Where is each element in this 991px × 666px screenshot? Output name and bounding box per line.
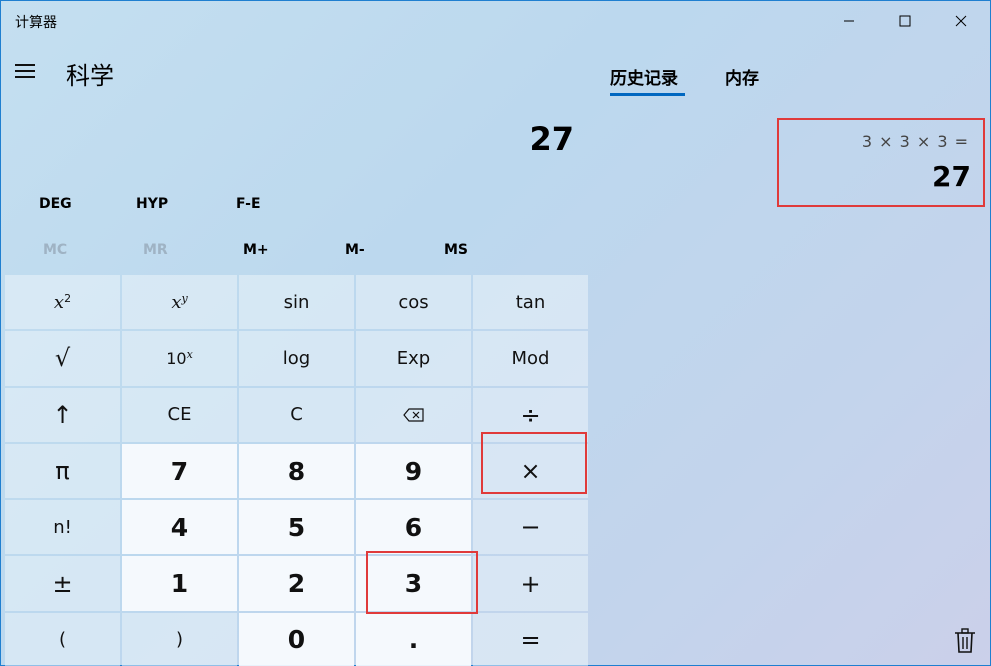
active-tab-indicator xyxy=(610,93,685,96)
left-paren-button[interactable]: ( xyxy=(5,612,120,666)
trash-icon xyxy=(955,628,975,653)
negate-button[interactable]: ± xyxy=(5,556,120,611)
shift-button[interactable]: ↑ xyxy=(5,387,120,442)
ms-button[interactable]: MS xyxy=(444,242,468,262)
fe-button[interactable]: F-E xyxy=(236,196,261,218)
mod-button[interactable]: Mod xyxy=(473,331,588,386)
tab-history[interactable]: 历史记录 xyxy=(610,64,678,89)
mminus-button[interactable]: M- xyxy=(345,242,365,262)
clear-button[interactable]: C xyxy=(239,387,354,442)
ce-button[interactable]: CE xyxy=(122,387,237,442)
mplus-button[interactable]: M+ xyxy=(243,242,269,262)
minimize-icon xyxy=(844,20,854,22)
decimal-button[interactable]: . xyxy=(356,612,471,666)
right-paren-button[interactable]: ) xyxy=(122,612,237,666)
history-result: 27 xyxy=(932,160,971,193)
factorial-button[interactable]: n! xyxy=(5,500,120,555)
digit-1-button[interactable]: 1 xyxy=(122,556,237,611)
digit-7-button[interactable]: 7 xyxy=(122,443,237,499)
digit-8-button[interactable]: 8 xyxy=(239,443,354,499)
minus-button[interactable]: − xyxy=(473,500,588,555)
app-title: 计算器 xyxy=(15,15,57,31)
backspace-icon xyxy=(402,408,424,422)
multiply-button[interactable]: × xyxy=(473,443,588,499)
mc-button[interactable]: MC xyxy=(43,242,67,262)
mr-button[interactable]: MR xyxy=(143,242,168,262)
digit-9-button[interactable]: 9 xyxy=(356,443,471,499)
digit-4-button[interactable]: 4 xyxy=(122,500,237,555)
result-display: 27 xyxy=(529,120,574,158)
mode-title: 科学 xyxy=(66,62,114,90)
exp-button[interactable]: Exp xyxy=(356,331,471,386)
digit-6-button[interactable]: 6 xyxy=(356,500,471,555)
minimize-button[interactable] xyxy=(821,0,877,42)
digit-2-button[interactable]: 2 xyxy=(239,556,354,611)
pi-button[interactable]: π xyxy=(5,443,120,499)
digit-5-button[interactable]: 5 xyxy=(239,500,354,555)
sqrt-button[interactable]: √ xyxy=(5,331,120,386)
delete-history-button[interactable] xyxy=(953,628,977,654)
power-label: x xyxy=(171,291,182,313)
log-button[interactable]: log xyxy=(239,331,354,386)
divide-button[interactable]: ÷ xyxy=(473,387,588,442)
sin-button[interactable]: sin xyxy=(239,275,354,330)
square-label: x xyxy=(53,291,65,313)
digit-0-button[interactable]: 0 xyxy=(239,612,354,666)
hyp-button[interactable]: HYP xyxy=(136,196,168,218)
cos-button[interactable]: cos xyxy=(356,275,471,330)
menu-icon[interactable] xyxy=(13,58,39,84)
digit-3-button[interactable]: 3 xyxy=(356,556,471,611)
close-icon xyxy=(955,15,967,27)
backspace-button[interactable] xyxy=(356,387,471,442)
tab-memory[interactable]: 内存 xyxy=(725,64,759,89)
history-expression: 3 × 3 × 3 = xyxy=(861,132,969,151)
maximize-button[interactable] xyxy=(877,0,933,42)
keypad: x2 xy sin cos tan √ 10 x log Exp Mod ↑ CE… xyxy=(5,275,588,666)
title-bar[interactable]: 计算器 xyxy=(0,0,991,42)
equals-button[interactable]: = xyxy=(473,612,588,666)
history-item[interactable]: 3 × 3 × 3 = 27 xyxy=(777,118,985,207)
plus-button[interactable]: + xyxy=(473,556,588,611)
power-button[interactable]: xy xyxy=(122,275,237,330)
maximize-icon xyxy=(899,15,911,27)
square-button[interactable]: x2 xyxy=(5,275,120,330)
close-button[interactable] xyxy=(933,0,989,42)
ten-power-button[interactable]: 10 x xyxy=(122,331,237,386)
deg-button[interactable]: DEG xyxy=(39,196,72,218)
tan-button[interactable]: tan xyxy=(473,275,588,330)
